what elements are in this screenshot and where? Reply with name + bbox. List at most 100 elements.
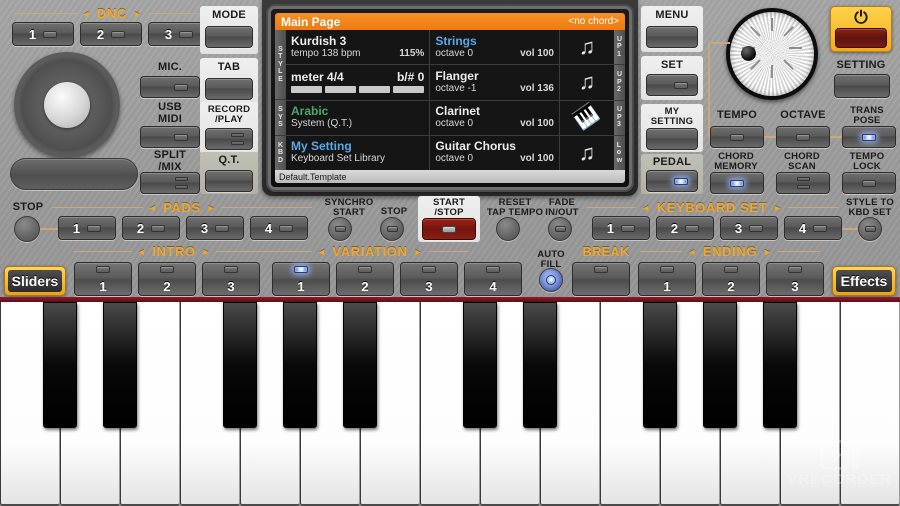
ending-3-led: [788, 266, 802, 273]
transpose-button[interactable]: [842, 126, 896, 148]
variation-section-label: ◄ VARIATION ►: [272, 244, 469, 259]
mode-button[interactable]: [205, 26, 253, 48]
black-key[interactable]: [762, 302, 798, 429]
dnc-button-1[interactable]: 1: [12, 22, 74, 46]
upper1-name: Strings: [435, 33, 477, 48]
lcd-side-style: STYLE: [275, 30, 286, 100]
tab-button[interactable]: [205, 78, 253, 100]
lcd-upper2-cell[interactable]: Flanger octave -1 vol 136: [430, 65, 560, 100]
ending-button-1[interactable]: 1: [638, 262, 696, 296]
mic-button[interactable]: [140, 76, 200, 98]
variation-button-4[interactable]: 4: [464, 262, 522, 296]
pedal-led: [674, 177, 688, 185]
lcd-row-system[interactable]: Arabic System (Q.T.) Clarinet octave 0 v…: [286, 100, 614, 136]
black-key[interactable]: [342, 302, 378, 429]
usb-midi-label: USB MIDI: [157, 101, 183, 125]
lcd-right-labels: UP1 UP2 UP3 Low: [614, 30, 625, 170]
lcd-display[interactable]: Main Page <no chord> STYLE SYS KBD Kurdi…: [268, 6, 632, 190]
pad-4-led: [279, 224, 294, 232]
power-button[interactable]: [835, 28, 887, 48]
black-key[interactable]: [282, 302, 318, 429]
style-to-kbd-set-button[interactable]: [858, 217, 882, 241]
effects-button[interactable]: Effects: [832, 266, 896, 296]
variation-button-1[interactable]: 1: [272, 262, 330, 296]
variation-button-3[interactable]: 3: [400, 262, 458, 296]
lcd-row-kbdset[interactable]: My Setting Keyboard Set Library Guitar C…: [286, 135, 614, 170]
white-key[interactable]: [840, 302, 900, 506]
black-key[interactable]: [222, 302, 258, 429]
music-note-icon: ♫: [578, 139, 596, 165]
clarinet-icon: 🎹: [571, 102, 603, 134]
ending-button-2[interactable]: 2: [702, 262, 760, 296]
variation-button-2[interactable]: 2: [336, 262, 394, 296]
intro-button-1[interactable]: 1: [74, 262, 132, 296]
jog-wheel[interactable]: [14, 52, 120, 158]
tab-label: TAB: [217, 61, 241, 73]
chord-scan-button[interactable]: [776, 172, 830, 194]
record-play-button[interactable]: [205, 128, 253, 150]
keyboard-set-button-3[interactable]: 3: [720, 216, 778, 240]
black-key[interactable]: [462, 302, 498, 429]
black-key[interactable]: [522, 302, 558, 429]
pads-section-label: ◄ PADS ►: [52, 200, 312, 215]
intro-section-label: ◄ INTRO ►: [74, 244, 275, 259]
black-key[interactable]: [42, 302, 78, 429]
pad-button-2[interactable]: 2: [122, 216, 180, 240]
black-key[interactable]: [642, 302, 678, 429]
lcd-style-cell[interactable]: Kurdish 3 tempo 138 bpm 115%: [286, 30, 431, 65]
lcd-upper3-cell[interactable]: Clarinet octave 0 vol 100: [430, 100, 560, 135]
pitch-bend-bar[interactable]: [10, 158, 138, 190]
keyboard-set-button-1[interactable]: 1: [592, 216, 650, 240]
tempo-button[interactable]: [710, 126, 764, 148]
lcd-row-style[interactable]: Kurdish 3 tempo 138 bpm 115% Strings oct…: [286, 30, 614, 66]
start-stop-button[interactable]: [422, 218, 476, 240]
my-setting-button[interactable]: [646, 128, 698, 150]
keyboard-set-button-2[interactable]: 2: [656, 216, 714, 240]
stop-button[interactable]: [14, 216, 40, 242]
lcd-mysetting-cell[interactable]: My Setting Keyboard Set Library: [286, 135, 431, 170]
auto-fill-button[interactable]: [539, 268, 563, 292]
chord-memory-button[interactable]: [710, 172, 764, 194]
intro-button-2[interactable]: 2: [138, 262, 196, 296]
usb-midi-button[interactable]: [140, 126, 200, 148]
setting-button[interactable]: [834, 74, 890, 98]
pedal-button[interactable]: [646, 170, 698, 192]
black-key[interactable]: [102, 302, 138, 429]
tempo-lock-button[interactable]: [842, 172, 896, 194]
reset-tap-tempo-button[interactable]: [496, 217, 520, 241]
lcd-left-labels: STYLE SYS KBD: [275, 30, 286, 170]
synchro-start-button[interactable]: [328, 217, 352, 241]
lcd-meter-cell[interactable]: meter 4/4 b/# 0: [286, 65, 431, 100]
value-dial[interactable]: [726, 8, 818, 100]
ending-button-3[interactable]: 3: [766, 262, 824, 296]
start-stop-led: [442, 225, 456, 233]
music-note-icon: ♫: [578, 34, 596, 60]
black-key[interactable]: [702, 302, 738, 429]
pad-button-3[interactable]: 3: [186, 216, 244, 240]
menu-button[interactable]: [646, 26, 698, 48]
synchro-stop-button[interactable]: [380, 217, 404, 241]
tempo-led: [730, 133, 744, 141]
lcd-upper1-cell[interactable]: Strings octave 0 vol 100: [430, 30, 560, 65]
piano-keyboard[interactable]: [0, 297, 900, 506]
fade-in-out-button[interactable]: [548, 217, 572, 241]
lcd-row-meter[interactable]: meter 4/4 b/# 0 Flanger octave -1 vol 13…: [286, 65, 614, 101]
intro-button-3[interactable]: 3: [202, 262, 260, 296]
qt-button[interactable]: [205, 170, 253, 192]
pad-button-1[interactable]: 1: [58, 216, 116, 240]
lcd-lower-cell[interactable]: Guitar Chorus octave 0 vol 100: [430, 135, 560, 170]
break-led: [594, 266, 608, 273]
keyboard-set-button-4[interactable]: 4: [784, 216, 842, 240]
pad-button-4[interactable]: 4: [250, 216, 308, 240]
octave-button[interactable]: [776, 126, 830, 148]
lcd-page-title: Main Page: [281, 14, 341, 29]
sliders-button[interactable]: Sliders: [4, 266, 66, 296]
break-button[interactable]: [572, 262, 630, 296]
chord-memory-label: CHORD MEMORY: [714, 151, 758, 172]
chord-scan-label: CHORD SCAN: [784, 151, 820, 172]
lcd-system-cell[interactable]: Arabic System (Q.T.): [286, 100, 431, 135]
set-button[interactable]: [646, 74, 698, 96]
dnc-button-2[interactable]: 2: [80, 22, 142, 46]
lcd-chord-indicator: <no chord>: [568, 16, 619, 27]
split-mix-button[interactable]: [140, 172, 200, 194]
